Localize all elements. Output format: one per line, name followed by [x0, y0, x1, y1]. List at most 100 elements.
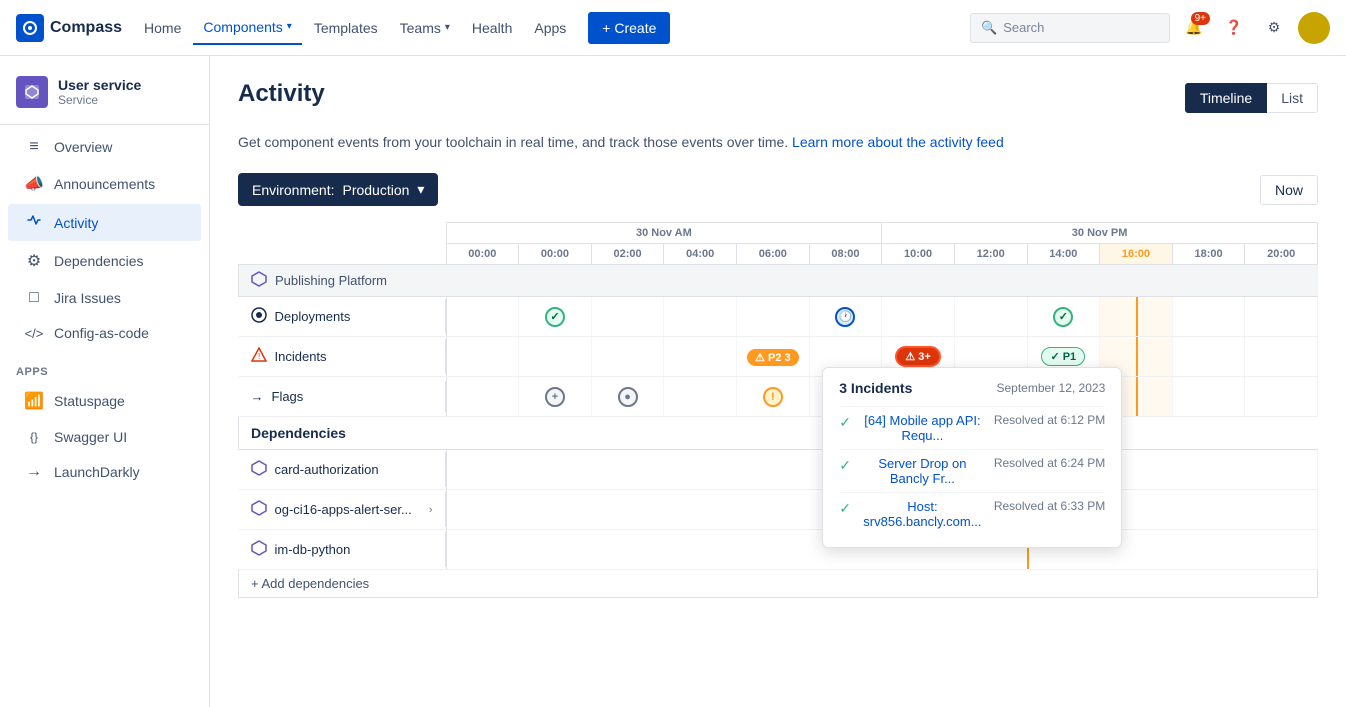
- tooltip-check-icon-2: ✓: [839, 457, 851, 474]
- nav-components[interactable]: Components ▾: [193, 11, 301, 45]
- announcements-icon: 📣: [24, 174, 44, 194]
- time-1800: 18:00: [1172, 244, 1245, 265]
- incidents-icon: !: [251, 347, 267, 366]
- im-db-label-cell: im-db-python: [239, 530, 447, 570]
- view-toggle: Timeline List: [1185, 83, 1318, 113]
- component-icon: [16, 76, 48, 108]
- sidebar-item-config[interactable]: </> Config-as-code: [8, 317, 201, 349]
- publishing-platform-label: Publishing Platform: [275, 273, 387, 288]
- help-button[interactable]: ❓: [1218, 12, 1250, 44]
- sidebar-item-activity[interactable]: Activity: [8, 204, 201, 241]
- flag-ev-10: [1172, 377, 1245, 417]
- create-button[interactable]: + Create: [588, 12, 670, 44]
- deployments-row: Deployments ✓: [239, 297, 1318, 337]
- sidebar-item-label: Activity: [54, 215, 98, 231]
- nav-teams[interactable]: Teams ▾: [390, 12, 460, 44]
- user-avatar[interactable]: [1298, 12, 1330, 44]
- og-ci16-icon: [251, 500, 267, 519]
- inc-ev-3: [664, 337, 737, 377]
- deployments-label: Deployments: [275, 309, 351, 324]
- top-navigation: Compass Home Components ▾ Templates Team…: [0, 0, 1346, 56]
- search-box[interactable]: 🔍 Search: [970, 13, 1170, 43]
- nav-health[interactable]: Health: [462, 12, 522, 44]
- deploy-blue-clock[interactable]: 🕐: [835, 307, 855, 327]
- flags-icon: →: [251, 389, 264, 404]
- time-0600: 06:00: [737, 244, 810, 265]
- nav-home[interactable]: Home: [134, 12, 191, 44]
- inc-ev-6: ⚠ 3+ 3 Incidents September 12, 2023 ✓ [6…: [882, 337, 955, 377]
- env-label: Environment:: [252, 182, 334, 198]
- sidebar-item-announcements[interactable]: 📣 Announcements: [8, 166, 201, 202]
- flag-gray-plus[interactable]: +: [545, 387, 565, 407]
- add-dependencies-row: + Add dependencies: [239, 570, 1318, 598]
- sidebar-component-header: User service Service: [0, 68, 209, 120]
- deploy-green-check-1[interactable]: ✓: [545, 307, 565, 327]
- sidebar-item-overview[interactable]: ≡ Overview: [8, 130, 201, 164]
- nav-links: Home Components ▾ Templates Teams ▾ Heal…: [134, 11, 576, 45]
- topnav-right: 🔍 Search 🔔 9+ ❓ ⚙: [970, 12, 1330, 44]
- sidebar-item-launchdarkly[interactable]: → LaunchDarkly: [8, 455, 201, 489]
- notifications-button[interactable]: 🔔 9+: [1178, 12, 1210, 44]
- pm-header: 30 Nov PM: [882, 223, 1318, 244]
- flags-row: → Flags + ●: [239, 377, 1318, 417]
- time-2000: 20:00: [1245, 244, 1318, 265]
- p1-badge[interactable]: ✓ P1: [1041, 347, 1085, 366]
- sidebar-item-label: Config-as-code: [54, 325, 149, 341]
- sidebar-item-statuspage[interactable]: 📶 Statuspage: [8, 383, 201, 419]
- card-auth-label: card-authorization: [275, 462, 379, 477]
- settings-button[interactable]: ⚙: [1258, 12, 1290, 44]
- tooltip-item-2: ✓ Server Drop on Bancly Fr... Resolved a…: [839, 449, 1105, 492]
- search-icon: 🔍: [981, 20, 997, 36]
- og-ci16-expand-icon[interactable]: ›: [429, 504, 433, 516]
- now-button[interactable]: Now: [1260, 175, 1318, 205]
- sidebar-item-label: Swagger UI: [54, 429, 127, 445]
- time-header-row: 00:00 00:00 02:00 04:00 06:00 08:00 10:0…: [239, 244, 1318, 265]
- sidebar-item-jira[interactable]: □ Jira Issues: [8, 281, 201, 315]
- flag-ev-2: ●: [591, 377, 664, 417]
- sidebar-item-swagger[interactable]: {} Swagger UI: [8, 421, 201, 453]
- incidents-row: ! Incidents ⚠ P2 3: [239, 337, 1318, 377]
- incidents-label: Incidents: [275, 349, 327, 364]
- nav-apps[interactable]: Apps: [524, 12, 576, 44]
- incidents-cluster-badge[interactable]: ⚠ 3+: [895, 346, 940, 367]
- activity-header: Activity Timeline List: [238, 80, 1318, 116]
- environment-button[interactable]: Environment: Production ▾: [238, 173, 438, 206]
- tooltip-text-3[interactable]: Host: srv856.bancly.com...: [859, 499, 986, 529]
- logo[interactable]: Compass: [16, 14, 122, 42]
- deploy-green-check-2[interactable]: ✓: [1053, 307, 1073, 327]
- tooltip-text-1[interactable]: [64] Mobile app API: Requ...: [859, 413, 986, 443]
- deploy-ev-6: [882, 297, 955, 337]
- time-0000b: 00:00: [519, 244, 592, 265]
- label-header: [239, 223, 447, 244]
- publishing-platform-icon: [251, 271, 267, 290]
- flag-gray-circle[interactable]: ●: [618, 387, 638, 407]
- app-layout: User service Service ≡ Overview 📣 Announ…: [0, 56, 1346, 707]
- page-title: Activity: [238, 80, 325, 108]
- activity-description: Get component events from your toolchain…: [238, 132, 1318, 153]
- tooltip-check-icon-1: ✓: [839, 414, 851, 431]
- list-view-button[interactable]: List: [1267, 83, 1318, 113]
- sidebar-item-label: Announcements: [54, 176, 155, 192]
- time-label-spacer: [239, 244, 447, 265]
- sidebar-divider-1: [0, 124, 209, 125]
- learn-more-link[interactable]: Learn more about the activity feed: [792, 134, 1004, 150]
- timeline-view-button[interactable]: Timeline: [1185, 83, 1267, 113]
- flag-ev-1: +: [519, 377, 592, 417]
- add-dependencies-cell[interactable]: + Add dependencies: [239, 570, 1318, 598]
- search-placeholder: Search: [1003, 20, 1044, 35]
- time-1600: 16:00: [1100, 244, 1173, 265]
- p2-badge[interactable]: ⚠ P2 3: [747, 349, 799, 366]
- tooltip-text-2[interactable]: Server Drop on Bancly Fr...: [859, 456, 986, 486]
- nav-templates[interactable]: Templates: [304, 12, 388, 44]
- deploy-ev-5: 🕐: [809, 297, 882, 337]
- og-ci16-label-cell: og-ci16-apps-alert-ser... ›: [239, 490, 447, 530]
- deploy-ev-2: [591, 297, 664, 337]
- activity-icon: [24, 212, 44, 233]
- sidebar-item-dependencies[interactable]: ⚙ Dependencies: [8, 243, 201, 279]
- flag-orange-exclaim[interactable]: !: [763, 387, 783, 407]
- card-authorization-row: card-authorization: [239, 450, 1318, 490]
- flag-ev-11: [1245, 377, 1318, 417]
- tooltip-status-3: Resolved at 6:33 PM: [994, 499, 1105, 513]
- inc-ev-11: [1245, 337, 1318, 377]
- flag-ev-3: [664, 377, 737, 417]
